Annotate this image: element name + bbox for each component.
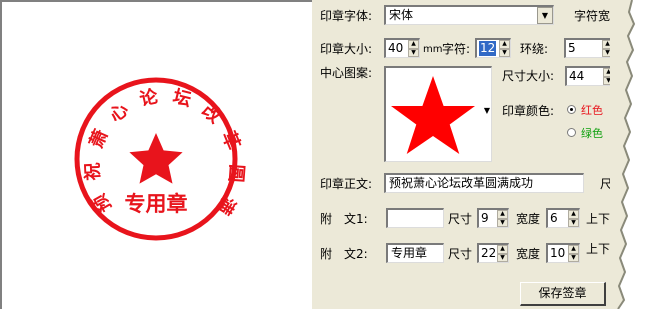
- save-button[interactable]: 保存签章: [520, 282, 606, 306]
- arrow-up-icon[interactable]: ▲: [568, 210, 579, 219]
- fu1-size-label: 尺寸: [448, 212, 473, 226]
- center-pattern-select[interactable]: ▼: [384, 66, 492, 162]
- ring-label: 环绕:: [520, 42, 549, 56]
- stamp-preview: 预祝萧心论坛改革圆满成功 专用章: [0, 0, 312, 309]
- stamp-bottom-text: 专用章: [125, 191, 188, 216]
- fu1-input[interactable]: [386, 208, 444, 228]
- size-stepper[interactable]: 40 ▲ ▼: [384, 38, 420, 58]
- font-select[interactable]: 宋体 ▼: [384, 5, 554, 25]
- fu2-width-stepper[interactable]: 10 ▲ ▼: [546, 243, 580, 263]
- radio-red-label: 红色: [581, 104, 603, 117]
- arrow-up-icon[interactable]: ▲: [497, 210, 508, 219]
- font-select-value: 宋体: [389, 8, 414, 22]
- main-text-input[interactable]: 预祝萧心论坛改革圆满成功: [384, 173, 584, 193]
- fu2-size-label: 尺寸: [448, 247, 473, 261]
- arrow-down-icon[interactable]: ▼: [568, 218, 579, 227]
- charsize-label: 字符:: [442, 42, 471, 56]
- charsize-stepper[interactable]: 12 ▲ ▼: [475, 38, 511, 58]
- stamp-graphic: 预祝萧心论坛改革圆满成功 专用章: [0, 0, 247, 241]
- stamp-arc-text: 预祝萧心论坛改革圆满成功: [2, 2, 247, 218]
- radio-red[interactable]: [567, 105, 576, 114]
- fu1-width-stepper[interactable]: 6 ▲ ▼: [546, 208, 580, 228]
- arrow-down-icon[interactable]: ▼: [499, 48, 510, 57]
- fu2-input[interactable]: 专用章: [386, 243, 444, 263]
- arrow-down-icon[interactable]: ▼: [408, 48, 419, 57]
- dim-label: 尺寸大小:: [502, 69, 555, 83]
- dim-stepper[interactable]: 44 ▲ ▼: [565, 66, 615, 86]
- radio-green[interactable]: [567, 128, 576, 137]
- star-icon: [391, 76, 475, 154]
- fu1-label: 附 文1:: [320, 212, 368, 226]
- font-label: 印章字体:: [320, 9, 373, 23]
- arrow-up-icon[interactable]: ▲: [568, 245, 579, 254]
- arrow-up-icon[interactable]: ▲: [408, 40, 419, 49]
- size-unit: mm: [423, 44, 443, 55]
- main-text-label: 印章正文:: [320, 177, 373, 191]
- fu1-width-label: 宽度: [516, 212, 541, 226]
- center-pattern-label: 中心图案:: [320, 66, 373, 80]
- fu2-label: 附 文2:: [320, 247, 368, 261]
- arrow-up-icon[interactable]: ▲: [499, 40, 510, 49]
- fu1-size-stepper[interactable]: 9 ▲ ▼: [477, 208, 509, 228]
- arrow-down-icon[interactable]: ▼: [497, 253, 508, 262]
- size-label: 印章大小:: [320, 42, 373, 56]
- chevron-down-icon[interactable]: ▼: [537, 7, 553, 24]
- stamp-star: [129, 133, 183, 184]
- ring-stepper[interactable]: 5 ▲ ▼: [564, 38, 614, 58]
- chevron-down-icon[interactable]: ▼: [484, 106, 490, 115]
- arrow-up-icon[interactable]: ▲: [497, 245, 508, 254]
- radio-green-label: 绿色: [581, 127, 603, 140]
- arrow-down-icon[interactable]: ▼: [568, 253, 579, 262]
- arrow-down-icon[interactable]: ▼: [497, 218, 508, 227]
- settings-panel: 印章字体: 宋体 ▼ 字符宽度: 印章大小: 40 ▲ ▼ mm 字符: 12 ▲…: [312, 0, 646, 309]
- fu2-width-label: 宽度: [516, 247, 541, 261]
- torn-edge: [610, 0, 667, 309]
- color-label: 印章颜色:: [502, 104, 555, 118]
- fu2-size-stepper[interactable]: 22 ▲ ▼: [477, 243, 509, 263]
